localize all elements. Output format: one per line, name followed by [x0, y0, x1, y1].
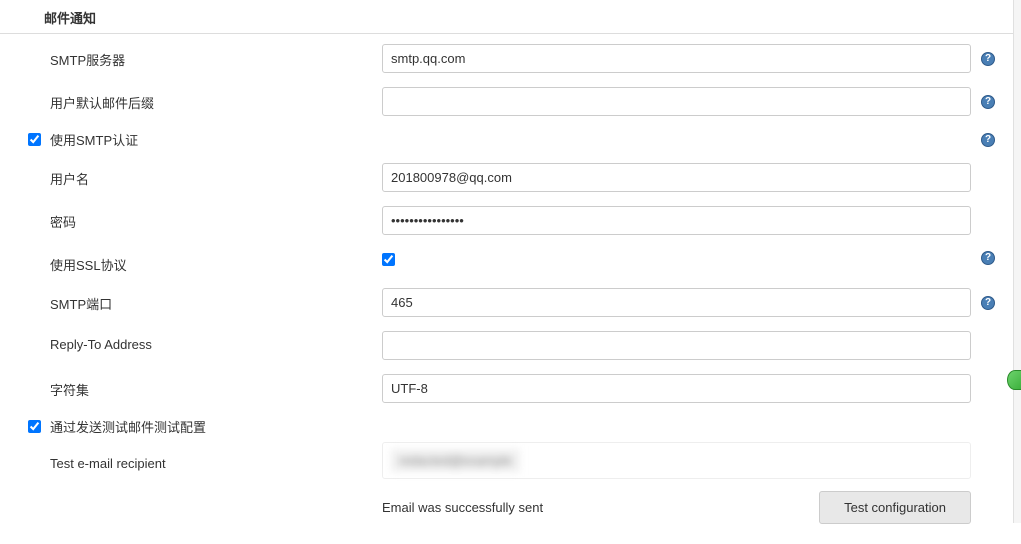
input-default-suffix[interactable] — [382, 87, 971, 116]
row-reply-to: Reply-To Address — [50, 331, 1001, 360]
label-username: 用户名 — [50, 163, 382, 188]
row-password: 密码 — [50, 206, 1001, 235]
label-password: 密码 — [50, 206, 382, 231]
row-smtp-port: SMTP端口 ? — [50, 288, 1001, 317]
input-test-recipient[interactable]: redacted@example — [382, 442, 971, 479]
label-reply-to: Reply-To Address — [50, 331, 382, 352]
label-test-config: 通过发送测试邮件测试配置 — [50, 417, 206, 436]
help-icon[interactable]: ? — [981, 251, 995, 265]
right-scrollbar-track[interactable] — [1013, 0, 1021, 523]
checkbox-use-ssl[interactable] — [382, 253, 395, 266]
label-default-suffix: 用户默认邮件后缀 — [50, 87, 382, 112]
checkbox-use-smtp-auth[interactable] — [28, 133, 41, 146]
input-smtp-server[interactable] — [382, 44, 971, 73]
row-use-ssl: 使用SSL协议 ? — [50, 249, 1001, 274]
label-test-recipient: Test e-mail recipient — [50, 450, 382, 471]
help-icon[interactable]: ? — [981, 52, 995, 66]
label-smtp-port: SMTP端口 — [50, 288, 382, 313]
label-charset: 字符集 — [50, 374, 382, 399]
floating-badge-icon[interactable] — [1007, 370, 1021, 390]
label-use-ssl: 使用SSL协议 — [50, 249, 382, 274]
status-message: Email was successfully sent — [382, 500, 543, 515]
row-smtp-server: SMTP服务器 ? — [50, 44, 1001, 73]
section-title: 邮件通知 — [0, 0, 1021, 34]
row-use-smtp-auth: 使用SMTP认证 ? — [50, 130, 1001, 149]
input-reply-to[interactable] — [382, 331, 971, 360]
row-charset: 字符集 — [50, 374, 1001, 403]
input-username[interactable] — [382, 163, 971, 192]
redacted-value: redacted@example — [391, 449, 520, 472]
row-default-suffix: 用户默认邮件后缀 ? — [50, 87, 1001, 116]
test-configuration-button[interactable]: Test configuration — [819, 491, 971, 524]
label-use-smtp-auth: 使用SMTP认证 — [50, 130, 138, 149]
row-test-recipient: Test e-mail recipient redacted@example — [50, 442, 1001, 479]
row-username: 用户名 — [50, 163, 1001, 192]
input-smtp-port[interactable] — [382, 288, 971, 317]
label-smtp-server: SMTP服务器 — [50, 44, 382, 69]
row-test-config: 通过发送测试邮件测试配置 — [50, 417, 1001, 436]
row-status: Email was successfully sent Test configu… — [50, 491, 1001, 524]
input-charset[interactable] — [382, 374, 971, 403]
help-icon[interactable]: ? — [981, 296, 995, 310]
help-icon[interactable]: ? — [981, 133, 995, 147]
checkbox-test-config[interactable] — [28, 420, 41, 433]
input-password[interactable] — [382, 206, 971, 235]
help-icon[interactable]: ? — [981, 95, 995, 109]
email-notification-form: SMTP服务器 ? 用户默认邮件后缀 ? 使用SMTP认证 ? 用户名 密码 — [0, 34, 1021, 544]
